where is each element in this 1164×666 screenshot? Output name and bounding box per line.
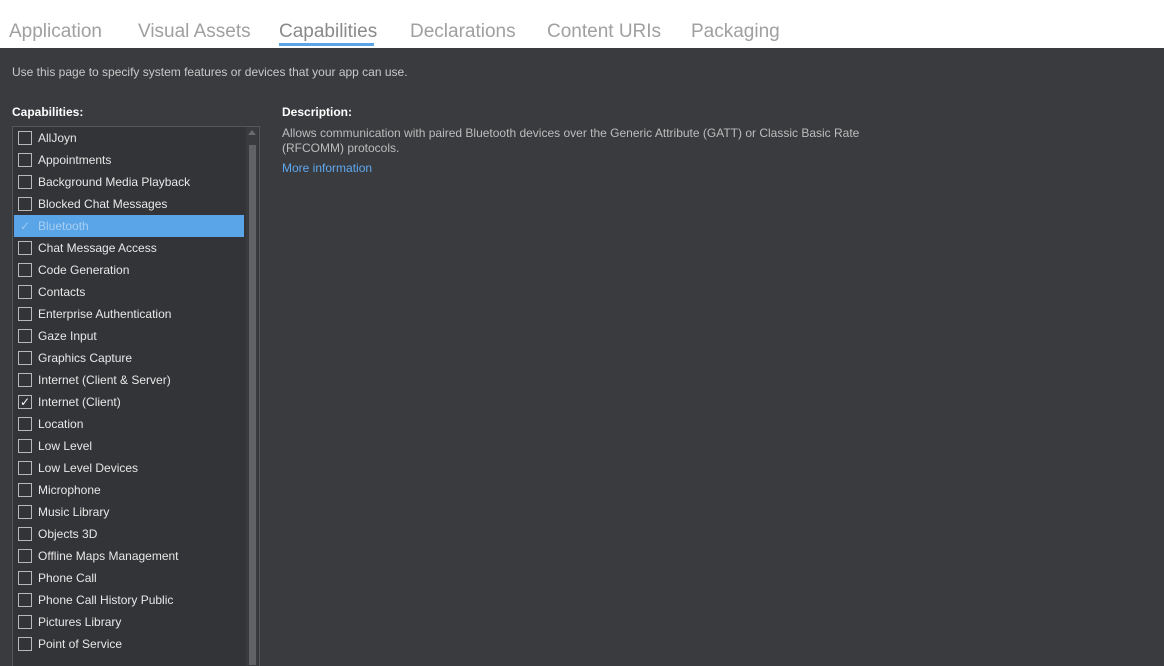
capability-item[interactable]: Phone Call History Public xyxy=(14,589,244,611)
tab-content-uris[interactable]: Content URIs xyxy=(547,20,661,44)
capability-item[interactable]: Appointments xyxy=(14,149,244,171)
capability-label: Phone Call xyxy=(38,571,97,585)
capability-item[interactable]: Gaze Input xyxy=(14,325,244,347)
page-intro-text: Use this page to specify system features… xyxy=(12,65,408,79)
capability-label: Location xyxy=(38,417,84,431)
capability-label: Enterprise Authentication xyxy=(38,307,172,321)
scrollbar[interactable] xyxy=(246,127,258,666)
capability-item[interactable]: Internet (Client & Server) xyxy=(14,369,244,391)
capabilities-list[interactable]: AllJoyn Appointments Background Media Play… xyxy=(12,126,260,666)
checkbox-checked-icon[interactable]: ✓ xyxy=(18,395,32,409)
description-text: Allows communication with paired Bluetoo… xyxy=(282,126,860,155)
capability-label: Objects 3D xyxy=(38,527,98,541)
checkbox-icon[interactable] xyxy=(18,527,32,541)
capability-label: Internet (Client & Server) xyxy=(38,373,171,387)
checkbox-icon[interactable] xyxy=(18,307,32,321)
checkbox-icon[interactable] xyxy=(18,549,32,563)
checkbox-icon[interactable] xyxy=(18,571,32,585)
scroll-up-arrow-icon[interactable] xyxy=(248,130,256,135)
more-information-link[interactable]: More information xyxy=(282,161,372,175)
capability-item[interactable]: Code Generation xyxy=(14,259,244,281)
capability-label: Background Media Playback xyxy=(38,175,191,189)
capability-item[interactable]: Enterprise Authentication xyxy=(14,303,244,325)
description-header: Description: xyxy=(282,105,353,119)
capability-item[interactable]: Background Media Playback xyxy=(14,171,244,193)
checkbox-icon[interactable] xyxy=(18,351,32,365)
capability-item[interactable]: ✓ Internet (Client) xyxy=(14,391,244,413)
capability-label: Gaze Input xyxy=(38,329,97,343)
checkbox-icon[interactable] xyxy=(18,285,32,299)
capability-label: Internet (Client) xyxy=(38,395,121,409)
checkbox-icon[interactable] xyxy=(18,483,32,497)
capabilities-items: AllJoyn Appointments Background Media Play… xyxy=(14,127,244,655)
capability-label: Low Level xyxy=(38,439,93,453)
capability-label: Point of Service xyxy=(38,637,123,651)
capability-label: Contacts xyxy=(38,285,86,299)
capability-item[interactable]: Location xyxy=(14,413,244,435)
checkbox-icon[interactable] xyxy=(18,153,32,167)
capability-item[interactable]: Low Level Devices xyxy=(14,457,244,479)
capability-item[interactable]: Point of Service xyxy=(14,633,244,655)
checkbox-icon[interactable] xyxy=(18,175,32,189)
active-tab-underline xyxy=(279,43,374,46)
capability-item[interactable]: AllJoyn xyxy=(14,127,244,149)
checkbox-icon[interactable] xyxy=(18,637,32,651)
capability-item[interactable]: Low Level xyxy=(14,435,244,457)
checkbox-icon[interactable] xyxy=(18,373,32,387)
capability-item[interactable]: Microphone xyxy=(14,479,244,501)
checkbox-icon[interactable] xyxy=(18,241,32,255)
checkbox-icon[interactable] xyxy=(18,615,32,629)
tab-bar: Application Visual Assets Capabilities D… xyxy=(0,0,1164,48)
checkbox-icon[interactable] xyxy=(18,593,32,607)
tab-declarations[interactable]: Declarations xyxy=(410,20,516,44)
capability-item[interactable]: Objects 3D xyxy=(14,523,244,545)
checkbox-icon[interactable] xyxy=(18,131,32,145)
tab-application[interactable]: Application xyxy=(9,20,102,44)
capability-label: Blocked Chat Messages xyxy=(38,197,168,211)
capability-label: Code Generation xyxy=(38,263,130,277)
capability-label: Chat Message Access xyxy=(38,241,157,255)
capability-item[interactable]: Offline Maps Management xyxy=(14,545,244,567)
capability-label: Phone Call History Public xyxy=(38,593,174,607)
capability-item[interactable]: Contacts xyxy=(14,281,244,303)
checkbox-icon[interactable] xyxy=(18,329,32,343)
checkbox-checked-icon[interactable]: ✓ xyxy=(18,219,32,233)
capability-item[interactable]: Blocked Chat Messages xyxy=(14,193,244,215)
capability-label: Pictures Library xyxy=(38,615,122,629)
checkbox-icon[interactable] xyxy=(18,505,32,519)
capability-label: Offline Maps Management xyxy=(38,549,179,563)
tab-visual-assets[interactable]: Visual Assets xyxy=(138,20,251,44)
scrollbar-thumb[interactable] xyxy=(249,145,256,665)
capability-item[interactable]: Graphics Capture xyxy=(14,347,244,369)
checkbox-icon[interactable] xyxy=(18,263,32,277)
capability-label: AllJoyn xyxy=(38,131,77,145)
tab-packaging[interactable]: Packaging xyxy=(691,20,780,44)
capability-label: Bluetooth xyxy=(38,219,89,233)
capability-item[interactable]: Music Library xyxy=(14,501,244,523)
checkbox-icon[interactable] xyxy=(18,439,32,453)
capability-item[interactable]: Chat Message Access xyxy=(14,237,244,259)
capabilities-header: Capabilities: xyxy=(12,105,84,119)
checkbox-icon[interactable] xyxy=(18,417,32,431)
checkbox-icon[interactable] xyxy=(18,197,32,211)
capability-item[interactable]: ✓ Bluetooth xyxy=(14,215,244,237)
capability-label: Graphics Capture xyxy=(38,351,133,365)
capability-label: Appointments xyxy=(38,153,112,167)
tab-capabilities[interactable]: Capabilities xyxy=(279,20,377,44)
capability-label: Microphone xyxy=(38,483,101,497)
capability-label: Low Level Devices xyxy=(38,461,139,475)
capability-item[interactable]: Pictures Library xyxy=(14,611,244,633)
capability-item[interactable]: Phone Call xyxy=(14,567,244,589)
checkbox-icon[interactable] xyxy=(18,461,32,475)
capability-label: Music Library xyxy=(38,505,110,519)
